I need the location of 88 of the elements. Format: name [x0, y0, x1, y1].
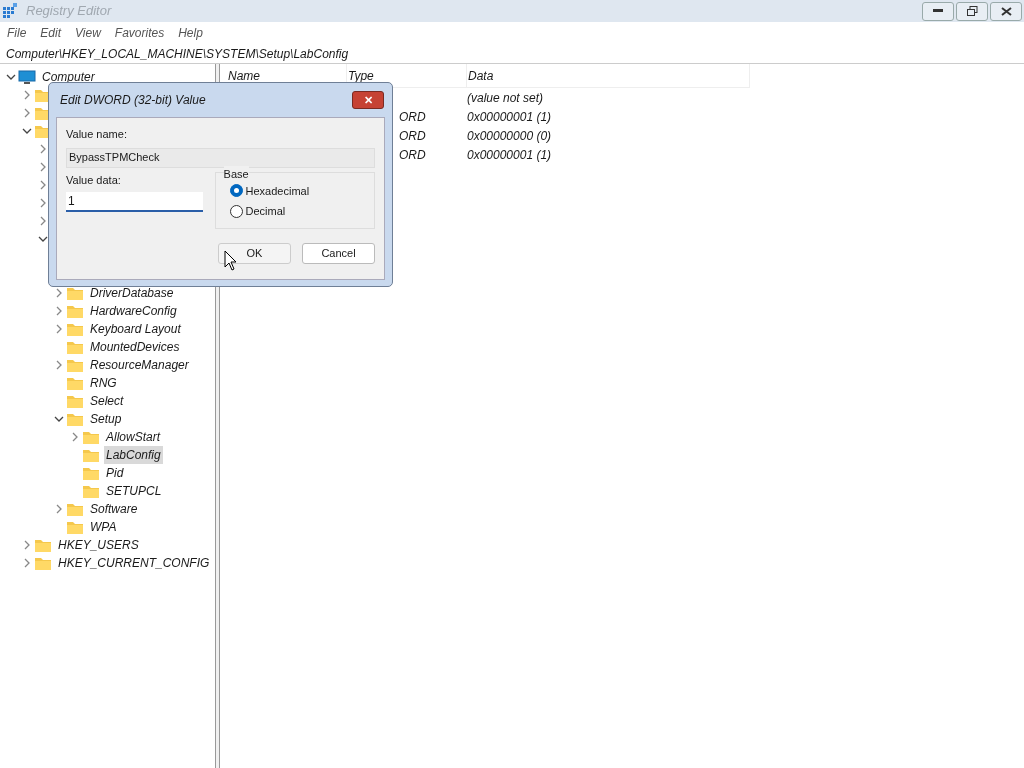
expand-chevron-icon[interactable]	[54, 288, 64, 298]
registry-app-icon	[2, 3, 18, 19]
folder-icon	[82, 447, 100, 463]
table-cell: ORD	[399, 128, 426, 143]
restore-icon	[966, 6, 978, 16]
minimize-button[interactable]	[922, 1, 954, 21]
collapse-chevron-icon[interactable]	[38, 234, 48, 244]
tree-item[interactable]: HKEY_CURRENT_CONFIG	[56, 554, 212, 572]
radio-label[interactable]: Decimal	[245, 203, 286, 220]
folder-icon	[82, 465, 100, 481]
tree-item[interactable]: Select	[88, 392, 126, 410]
dialog-title: Edit DWORD (32-bit) Value	[60, 92, 206, 109]
expand-chevron-icon[interactable]	[54, 324, 64, 334]
expand-chevron-icon[interactable]	[38, 144, 48, 154]
expand-chevron-icon[interactable]	[70, 432, 80, 442]
address-bar[interactable]: Computer\HKEY_LOCAL_MACHINE\SYSTEM\Setup\LabConfig	[6, 44, 349, 63]
tree-item[interactable]: MountedDevices	[88, 338, 182, 356]
collapse-chevron-icon[interactable]	[22, 126, 32, 136]
menu-item[interactable]: File	[7, 24, 27, 42]
table-cell-text: 0x00000001 (1)	[467, 108, 552, 126]
table-cell-text: (value not set)	[467, 89, 544, 107]
folder-icon	[34, 555, 52, 571]
expand-chevron-icon[interactable]	[22, 558, 32, 568]
expand-chevron-icon[interactable]	[54, 360, 64, 370]
tree-item[interactable]: SETUPCL	[104, 482, 164, 500]
folder-icon	[66, 321, 84, 337]
minimize-icon	[933, 9, 943, 13]
expand-chevron-icon[interactable]	[38, 216, 48, 226]
monitor-icon	[18, 69, 36, 85]
folder-icon	[66, 339, 84, 355]
folder-icon	[66, 285, 84, 301]
folder-icon	[66, 501, 84, 517]
tree-item[interactable]: HardwareConfig	[88, 302, 179, 320]
tree-item[interactable]: LabConfig	[104, 446, 163, 464]
close-icon	[1000, 6, 1012, 16]
radio-button[interactable]	[229, 204, 243, 218]
mouse-cursor-icon	[224, 250, 237, 271]
expand-chevron-icon[interactable]	[22, 108, 32, 118]
window-title: Registry Editor	[26, 2, 112, 21]
folder-icon	[66, 393, 84, 409]
tree-item[interactable]: Setup	[88, 410, 124, 428]
expand-chevron-icon[interactable]	[38, 180, 48, 190]
collapse-chevron-icon[interactable]	[6, 72, 16, 82]
tree-item[interactable]: Keyboard Layout	[88, 320, 183, 338]
folder-icon	[66, 357, 84, 373]
tree-item[interactable]: HKEY_USERS	[56, 536, 141, 554]
close-button[interactable]	[990, 1, 1022, 21]
tree-item[interactable]: RNG	[88, 374, 119, 392]
field-label: Value data:	[66, 172, 122, 188]
expand-chevron-icon[interactable]	[38, 198, 48, 208]
radio-label[interactable]: Hexadecimal	[245, 182, 310, 199]
expand-chevron-icon[interactable]	[22, 90, 32, 100]
expand-chevron-icon[interactable]	[22, 540, 32, 550]
tree-item[interactable]: DriverDatabase	[88, 284, 176, 302]
menu-item[interactable]: Edit	[40, 24, 62, 42]
value-name-field[interactable]: BypassTPMCheck	[66, 147, 375, 168]
table-cell: ORD	[399, 147, 426, 162]
cancel-button[interactable]: Cancel	[302, 242, 375, 264]
table-cell-text: 0x00000000 (0)	[467, 127, 552, 145]
menu-item[interactable]: View	[75, 24, 101, 42]
radio-button[interactable]	[229, 184, 243, 198]
close-button[interactable]: ✕	[352, 91, 384, 109]
table-cell-text: 0x00000001 (1)	[467, 146, 552, 164]
expand-chevron-icon[interactable]	[54, 504, 64, 514]
ok-button[interactable]: OK	[218, 242, 291, 264]
folder-icon	[82, 483, 100, 499]
folder-icon	[66, 519, 84, 535]
expand-chevron-icon[interactable]	[54, 306, 64, 316]
tree-item[interactable]: Computer	[40, 68, 97, 86]
column-header[interactable]: Data	[467, 64, 750, 87]
field-label: Value name:	[66, 127, 128, 142]
expand-chevron-icon[interactable]	[38, 162, 48, 172]
tree-item[interactable]: ResourceManager	[88, 356, 191, 374]
tree-item[interactable]: WPA	[88, 518, 119, 536]
folder-icon	[66, 375, 84, 391]
menu-item[interactable]: Help	[178, 24, 203, 42]
tree-item[interactable]: Software	[88, 500, 140, 518]
restore-button[interactable]	[956, 1, 988, 21]
table-cell: ORD	[399, 109, 426, 124]
value-data-field[interactable]: 1	[66, 192, 203, 212]
collapse-chevron-icon[interactable]	[54, 414, 64, 424]
folder-icon	[82, 429, 100, 445]
folder-icon	[66, 411, 84, 427]
folder-icon	[66, 303, 84, 319]
menu-item[interactable]: Favorites	[114, 24, 165, 42]
tree-item[interactable]: Pid	[104, 464, 126, 482]
folder-icon	[34, 537, 52, 553]
tree-item[interactable]: AllowStart	[104, 428, 163, 446]
